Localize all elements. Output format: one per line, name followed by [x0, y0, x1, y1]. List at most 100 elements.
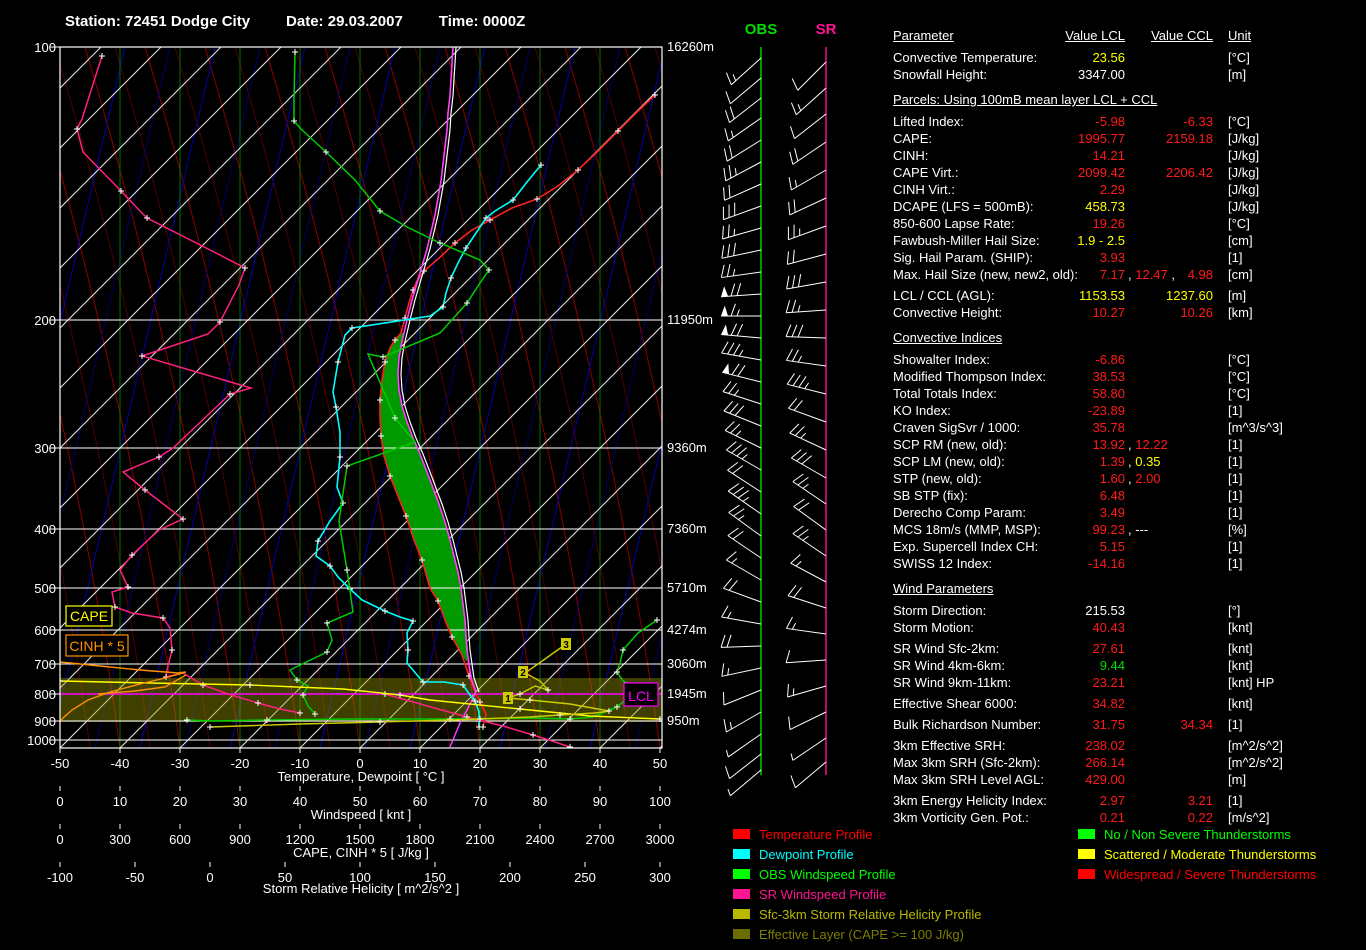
legend-swatch: [733, 929, 750, 939]
srh-tick-label: 250: [574, 870, 596, 885]
altitude-label: 4274m: [667, 622, 707, 637]
wind-barb-full: [788, 398, 796, 408]
wind-barb-full: [725, 128, 728, 141]
parameter-row: Lifted Index:-5.98-6.33[°C]: [893, 113, 1363, 130]
wind-barb-full: [793, 375, 800, 386]
wind-barb-full: [737, 283, 741, 295]
adiabat-line: [295, 47, 450, 748]
wind-barb-half: [728, 789, 730, 796]
skewt-background: [0, 47, 880, 748]
wind-barb-staff: [724, 690, 761, 705]
wind-barb-full: [798, 325, 803, 337]
unit: [knt] HP: [1228, 674, 1274, 691]
wind-barb-full: [726, 552, 736, 560]
parameter-row: 3km Effective SRH:238.02[m^2/s^2]: [893, 737, 1363, 754]
wind-barb-full: [798, 477, 809, 485]
unit: [1]: [1228, 538, 1242, 555]
temperature-tick-label: 20: [473, 756, 487, 771]
adiabat-line: [865, 47, 880, 748]
wind-barb-full: [724, 401, 733, 411]
parameter-row: Max 3km SRH Level AGL:429.00[m]: [893, 771, 1363, 788]
wind-barb-flag: [721, 286, 728, 297]
unit: [m^3/s^3]: [1228, 419, 1283, 436]
temperature-tick-label: 50: [653, 756, 667, 771]
parameter-row: Total Totals Index:58.80[°C]: [893, 385, 1363, 402]
wind-barb-full: [786, 300, 790, 312]
wind-barb-half: [742, 455, 747, 459]
parameter-table-header: Parameter Value LCL Value CCL Unit: [893, 27, 1363, 47]
unit: [knt]: [1228, 640, 1253, 657]
wind-barb-full: [794, 499, 805, 506]
parameter-row: CAPE:1995.772159.18[J/kg]: [893, 130, 1363, 147]
unit: [°C]: [1228, 215, 1250, 232]
parameter-row: CAPE Virt.:2099.422206.42[J/kg]: [893, 164, 1363, 181]
adiabat-line: [445, 47, 600, 748]
wind-barb-full: [725, 110, 729, 122]
parameter-row: DCAPE (LFS = 500mB):458.73[J/kg]: [893, 198, 1363, 215]
legend-label: Temperature Profile: [759, 827, 872, 842]
value-lcl: 3.49: [893, 504, 1125, 521]
parameter-row: 3km Energy Helicity Index:2.973.21[1]: [893, 792, 1363, 809]
wind-barb-full: [728, 244, 730, 257]
value-extra: , 12.22: [1128, 436, 1168, 453]
adiabat-line: [805, 47, 880, 748]
value-lcl: 35.78: [893, 419, 1125, 436]
wind-barb-half: [798, 356, 801, 362]
srh-tick-label: -100: [47, 870, 73, 885]
value-extra: , 0.35: [1128, 453, 1161, 470]
adiabat-line: [115, 47, 270, 748]
wind-barb-half: [739, 350, 743, 356]
windspeed-tick-label: 40: [293, 794, 307, 809]
severity-legend-item: Scattered / Moderate Thunderstorms: [1078, 844, 1316, 864]
profile-legend-item: Temperature Profile: [733, 824, 982, 844]
value-lcl: 1.60: [893, 470, 1125, 487]
value-lcl: 99.23: [893, 521, 1125, 538]
isotherm-diagonal: [360, 47, 880, 748]
parameter-row: SR Wind 9km-11km:23.21[knt] HP: [893, 674, 1363, 691]
mixing-ratio-line: [230, 47, 395, 748]
wind-barb-full: [787, 374, 794, 385]
wind-barb-full: [726, 91, 730, 103]
isotherm-diagonal: [660, 47, 880, 748]
wind-barb-full: [725, 421, 734, 430]
wind-barb-full: [732, 466, 742, 474]
windspeed-tick-label: 20: [173, 794, 187, 809]
wind-barb-full: [794, 587, 802, 597]
isotherm-diagonal: [120, 47, 821, 748]
km-marker-text: 2: [520, 668, 526, 679]
unit: [cm]: [1228, 266, 1253, 283]
wind-barb-flag: [721, 325, 728, 336]
wind-barb-full: [730, 107, 734, 119]
wind-barb-half: [728, 668, 729, 675]
value-ccl: 10.26: [893, 304, 1213, 321]
wind-barb-full: [727, 462, 737, 470]
value-lcl: 27.61: [893, 640, 1125, 657]
unit: [m]: [1228, 287, 1246, 304]
wind-barb-full: [794, 400, 802, 410]
wind-barb-full: [733, 344, 740, 355]
isotherm-diagonal: [240, 47, 880, 748]
windspeed-tick-label: 10: [113, 794, 127, 809]
wind-barb-full: [729, 185, 730, 198]
wind-barb-full: [724, 148, 727, 161]
wind-barb-full: [788, 585, 796, 595]
wind-barb-full: [798, 503, 809, 510]
wind-barb-staff: [728, 734, 761, 757]
parameter-row: Sig. Hail Param. (SHIP):3.93[1]: [893, 249, 1363, 266]
wind-barb-full: [786, 349, 792, 360]
wind-barb-full: [793, 250, 794, 263]
wind-barb-full: [789, 717, 790, 730]
unit: [1]: [1228, 487, 1242, 504]
value-ccl: 4.98: [893, 266, 1213, 283]
value-extra: , 2.00: [1128, 470, 1161, 487]
wind-barb-half: [796, 561, 801, 566]
windspeed-tick-label: 70: [473, 794, 487, 809]
unit: [°]: [1228, 602, 1240, 619]
unit: [1]: [1228, 716, 1242, 733]
wind-barb-full: [731, 284, 735, 296]
value-lcl: 3347.00: [893, 66, 1125, 83]
cape-tick-label: 600: [169, 832, 191, 847]
legend-label: Sfc-3km Storm Relative Helicity Profile: [759, 907, 982, 922]
srh-tick-label: 300: [649, 870, 671, 885]
parameter-row: Convective Height:10.2710.26[km]: [893, 304, 1363, 321]
